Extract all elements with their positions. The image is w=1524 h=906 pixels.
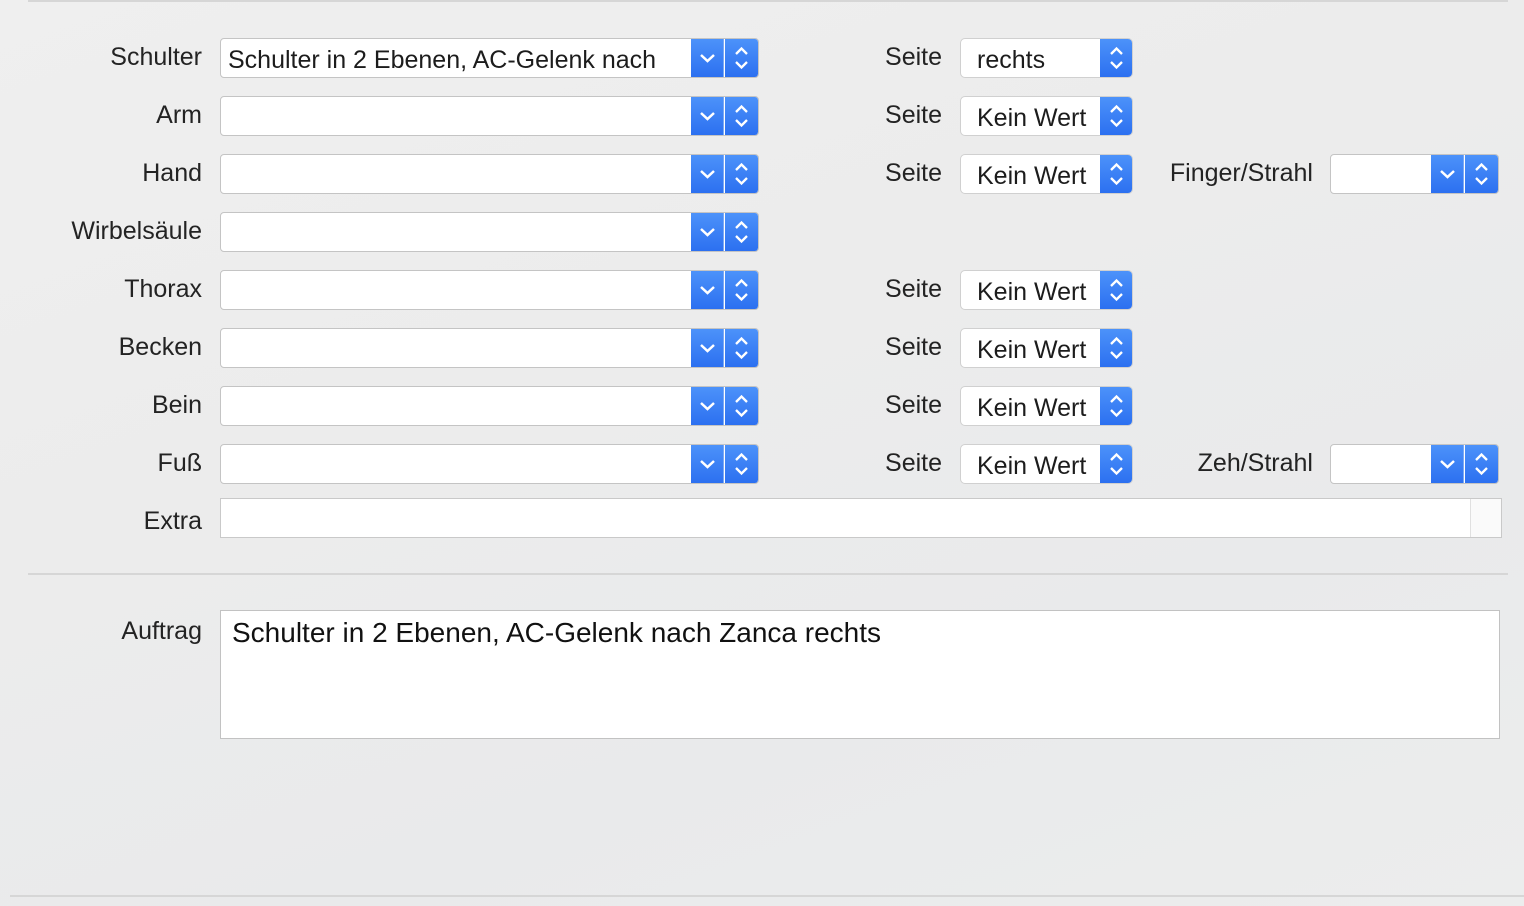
extra-scrollbar[interactable] — [1470, 499, 1501, 537]
bein-seite-label: Seite — [885, 391, 942, 419]
schulter-seite-popup[interactable]: rechts — [960, 38, 1133, 78]
fuss-combobox[interactable] — [220, 444, 759, 484]
chevron-down-icon[interactable] — [691, 155, 724, 193]
stepper-icon[interactable] — [1465, 445, 1498, 483]
wirbelsaeule-label: Wirbelsäule — [71, 217, 202, 245]
stepper-icon[interactable] — [725, 97, 758, 135]
chevron-down-icon[interactable] — [691, 213, 724, 251]
stepper-icon[interactable] — [725, 39, 758, 77]
hand-combobox[interactable] — [220, 154, 759, 194]
stepper-icon[interactable] — [725, 271, 758, 309]
schulter-combobox[interactable]: Schulter in 2 Ebenen, AC-Gelenk nach — [220, 38, 759, 78]
fuss-label: Fuß — [157, 449, 202, 477]
bottom-divider — [10, 895, 1524, 897]
arm-seite-label: Seite — [885, 101, 942, 129]
section-divider — [28, 573, 1508, 575]
stepper-icon[interactable] — [1100, 445, 1132, 483]
chevron-down-icon[interactable] — [691, 39, 724, 77]
top-divider — [28, 0, 1508, 2]
chevron-down-icon[interactable] — [1431, 445, 1464, 483]
thorax-label: Thorax — [124, 275, 202, 303]
extra-field[interactable] — [220, 498, 1502, 538]
auftrag-textarea[interactable]: Schulter in 2 Ebenen, AC-Gelenk nach Zan… — [220, 610, 1500, 739]
arm-combobox[interactable] — [220, 96, 759, 136]
schulter-seite-label: Seite — [885, 43, 942, 71]
stepper-icon[interactable] — [1100, 155, 1132, 193]
bein-combobox[interactable] — [220, 386, 759, 426]
thorax-combobox[interactable] — [220, 270, 759, 310]
becken-seite-label: Seite — [885, 333, 942, 361]
thorax-seite-label: Seite — [885, 275, 942, 303]
chevron-down-icon[interactable] — [691, 387, 724, 425]
auftrag-label: Auftrag — [121, 617, 202, 645]
stepper-icon[interactable] — [1465, 155, 1498, 193]
extra-label: Extra — [143, 507, 202, 535]
stepper-icon[interactable] — [725, 329, 758, 367]
chevron-down-icon[interactable] — [691, 329, 724, 367]
thorax-seite-value: Kein Wert — [977, 278, 1087, 306]
becken-seite-popup[interactable]: Kein Wert — [960, 328, 1133, 368]
schulter-value[interactable]: Schulter in 2 Ebenen, AC-Gelenk nach — [228, 44, 686, 76]
stepper-icon[interactable] — [725, 213, 758, 251]
hand-seite-label: Seite — [885, 159, 942, 187]
chevron-down-icon[interactable] — [691, 271, 724, 309]
stepper-icon[interactable] — [725, 155, 758, 193]
hand-seite-value: Kein Wert — [977, 162, 1087, 190]
wirbelsaeule-combobox[interactable] — [220, 212, 759, 252]
stepper-icon[interactable] — [1100, 39, 1132, 77]
becken-seite-value: Kein Wert — [977, 336, 1087, 364]
auftrag-text[interactable]: Schulter in 2 Ebenen, AC-Gelenk nach Zan… — [232, 617, 881, 649]
hand-seite-popup[interactable]: Kein Wert — [960, 154, 1133, 194]
arm-seite-value: Kein Wert — [977, 104, 1087, 132]
chevron-down-icon[interactable] — [691, 97, 724, 135]
arm-label: Arm — [156, 101, 202, 129]
stepper-icon[interactable] — [1100, 97, 1132, 135]
fuss-seite-label: Seite — [885, 449, 942, 477]
schulter-label: Schulter — [110, 43, 202, 71]
stepper-icon[interactable] — [1100, 271, 1132, 309]
fuss-seite-popup[interactable]: Kein Wert — [960, 444, 1133, 484]
stepper-icon[interactable] — [725, 387, 758, 425]
bein-seite-value: Kein Wert — [977, 394, 1087, 422]
stepper-icon[interactable] — [725, 445, 758, 483]
zeh-strahl-label: Zeh/Strahl — [1197, 449, 1313, 477]
chevron-down-icon[interactable] — [691, 445, 724, 483]
finger-strahl-label: Finger/Strahl — [1169, 159, 1313, 187]
chevron-down-icon[interactable] — [1431, 155, 1464, 193]
becken-label: Becken — [118, 333, 202, 361]
arm-seite-popup[interactable]: Kein Wert — [960, 96, 1133, 136]
stepper-icon[interactable] — [1100, 387, 1132, 425]
bein-seite-popup[interactable]: Kein Wert — [960, 386, 1133, 426]
zeh-strahl-combobox[interactable] — [1330, 444, 1499, 484]
bein-label: Bein — [151, 391, 202, 419]
stepper-icon[interactable] — [1100, 329, 1132, 367]
finger-strahl-combobox[interactable] — [1330, 154, 1499, 194]
schulter-seite-value: rechts — [977, 46, 1046, 74]
fuss-seite-value: Kein Wert — [977, 452, 1087, 480]
thorax-seite-popup[interactable]: Kein Wert — [960, 270, 1133, 310]
hand-label: Hand — [142, 159, 202, 187]
becken-combobox[interactable] — [220, 328, 759, 368]
